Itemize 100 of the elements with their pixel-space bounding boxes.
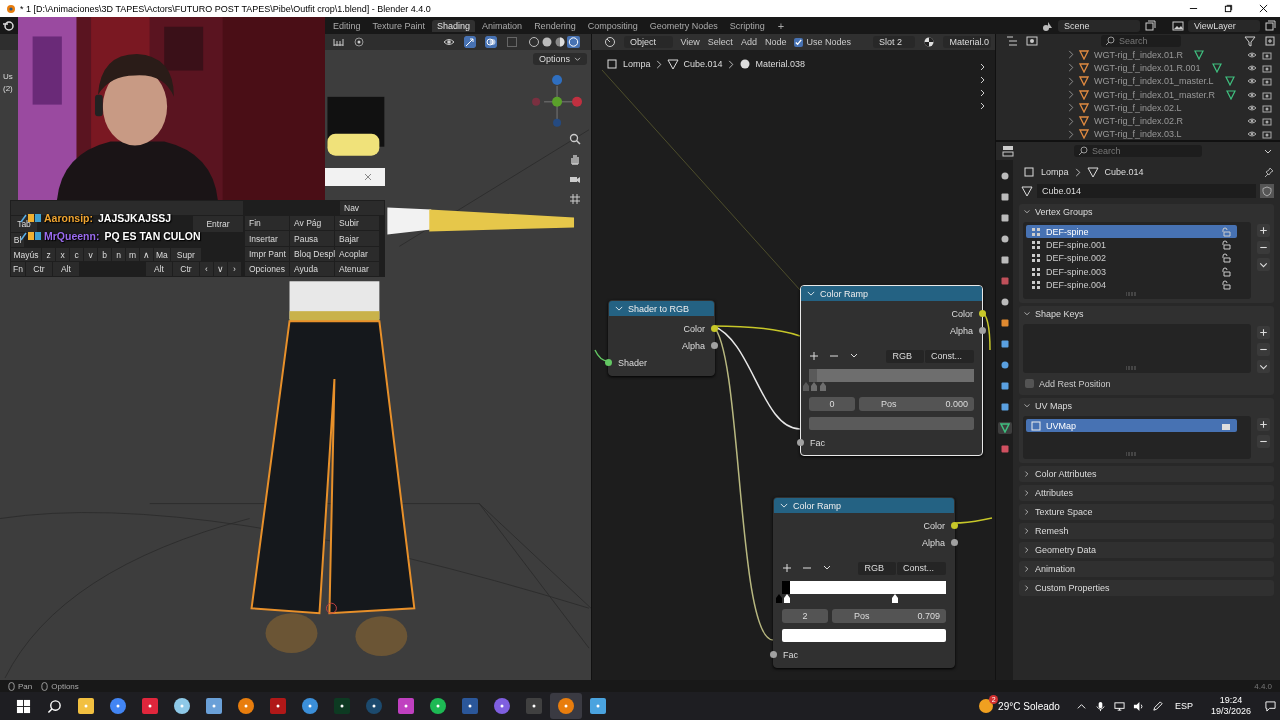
- keyboard-key[interactable]: Subir: [335, 216, 379, 231]
- outliner-item[interactable]: WGT-rig_f_index.01_master.L: [996, 74, 1280, 88]
- color-stop-marker[interactable]: [892, 594, 899, 603]
- color-swatch[interactable]: [809, 417, 974, 430]
- gizmo-toggle-icon[interactable]: [464, 36, 476, 48]
- chevron-icon[interactable]: [1023, 309, 1031, 318]
- material-field[interactable]: Material.0: [943, 36, 991, 48]
- menu-item[interactable]: Node: [764, 37, 787, 47]
- workspace-tab[interactable]: Animation: [477, 19, 528, 32]
- socket[interactable]: [979, 327, 986, 334]
- eye-icon[interactable]: [1247, 49, 1257, 60]
- workspace-tab[interactable]: Editing: [328, 19, 366, 32]
- panel-header[interactable]: Attributes: [1019, 484, 1274, 501]
- copy-icon[interactable]: [1144, 19, 1156, 32]
- list-item[interactable]: DEF-spine.001: [1026, 238, 1237, 252]
- caret-icon[interactable]: [1257, 359, 1270, 373]
- eye-icon[interactable]: [1247, 129, 1257, 140]
- socket[interactable]: [711, 325, 718, 332]
- search-icon[interactable]: [47, 698, 62, 714]
- keyboard-key[interactable]: ‹: [199, 262, 213, 276]
- panel-header[interactable]: UV Maps: [1019, 397, 1274, 414]
- keyboard-key[interactable]: Av Pág: [290, 216, 334, 231]
- keyboard-key[interactable]: Supr: [170, 247, 201, 262]
- workspace-tab[interactable]: Texture Paint: [367, 19, 431, 32]
- mesh-icon[interactable]: [1021, 185, 1033, 197]
- socket[interactable]: [951, 522, 958, 529]
- display-mode-icon[interactable]: [1026, 35, 1038, 47]
- outliner-item[interactable]: WGT-rig_f_index.03.L: [996, 127, 1280, 140]
- outliner-icon[interactable]: [1006, 35, 1018, 47]
- plus-icon[interactable]: [809, 351, 819, 361]
- xray-icon[interactable]: [506, 36, 518, 48]
- collapse-icon[interactable]: [615, 306, 623, 311]
- outliner-item[interactable]: WGT-rig_f_index.01.R: [996, 48, 1280, 62]
- pin-icon[interactable]: [1264, 167, 1274, 177]
- keyboard-key[interactable]: Alt: [52, 262, 79, 276]
- stop-index-field[interactable]: 2: [782, 609, 828, 623]
- node-card[interactable]: Shader to RGB Color Alpha Shader: [608, 300, 715, 376]
- hand-icon[interactable]: [569, 153, 581, 165]
- keyboard-key[interactable]: Ctr: [25, 262, 52, 276]
- lock-icon[interactable]: [1221, 240, 1231, 251]
- add-icon[interactable]: [1257, 325, 1270, 339]
- workspace-tab[interactable]: Compositing: [582, 19, 643, 32]
- chevron-icon[interactable]: [1023, 401, 1031, 410]
- color-stop-marker[interactable]: [819, 382, 826, 391]
- checkbox[interactable]: [794, 37, 804, 47]
- blender-logo-icon[interactable]: [2, 19, 14, 32]
- stop-index-field[interactable]: 0: [809, 397, 855, 411]
- panel-header[interactable]: Vertex Groups: [1019, 204, 1274, 220]
- panel-header[interactable]: Color Attributes: [1019, 465, 1274, 482]
- socket[interactable]: [797, 439, 804, 446]
- color-stop-marker[interactable]: [803, 382, 809, 391]
- speaker-icon[interactable]: [1132, 700, 1144, 712]
- keyboard-key[interactable]: m: [126, 247, 139, 262]
- keyboard-key[interactable]: Ayuda: [290, 261, 334, 276]
- keyboard-key[interactable]: Bloq Despl: [290, 246, 334, 261]
- plus-icon[interactable]: [782, 563, 792, 573]
- search-field[interactable]: Search: [1074, 145, 1202, 157]
- keyboard-key[interactable]: Acoplar: [335, 246, 379, 261]
- mesh-data-icon[interactable]: [1226, 89, 1237, 100]
- panel-header[interactable]: Animation: [1019, 560, 1274, 577]
- close-icon[interactable]: [1259, 4, 1268, 13]
- remove-icon[interactable]: [1257, 342, 1270, 356]
- chevron-icon[interactable]: [1023, 488, 1031, 497]
- keyboard-key[interactable]: Mayús: [11, 247, 41, 262]
- remove-icon[interactable]: [1257, 434, 1270, 448]
- keyboard-key[interactable]: Ctr: [172, 262, 199, 276]
- checkbox[interactable]: [1025, 379, 1034, 389]
- menu-item[interactable]: View: [680, 37, 700, 47]
- collapse-icon[interactable]: [807, 291, 815, 296]
- color-band[interactable]: [782, 581, 791, 594]
- view-layer-field[interactable]: ViewLayer: [1188, 19, 1260, 32]
- search-field[interactable]: Search: [1101, 35, 1181, 47]
- panel-header[interactable]: Shape Keys: [1019, 305, 1274, 322]
- sidebar-arrows-icon[interactable]: [979, 62, 987, 112]
- copy-icon[interactable]: [1264, 19, 1276, 32]
- camera-icon[interactable]: [1262, 129, 1272, 140]
- color-band[interactable]: [809, 369, 818, 382]
- node-card[interactable]: Color Ramp Color Alpha RGB Const... 0 Pos 0.000 Fac: [800, 285, 983, 456]
- mesh-data-icon[interactable]: [1224, 76, 1235, 87]
- snap-icon[interactable]: [332, 36, 344, 48]
- keyboard-key[interactable]: Entrar: [193, 215, 243, 233]
- socket[interactable]: [979, 310, 986, 317]
- breadcrumb-item[interactable]: Cube.014: [1104, 167, 1144, 177]
- eye-icon[interactable]: [443, 36, 455, 48]
- network-icon[interactable]: [1113, 700, 1125, 712]
- shading-mode-icon[interactable]: [527, 36, 581, 48]
- camera-icon[interactable]: [1262, 102, 1272, 113]
- socket[interactable]: [711, 342, 718, 349]
- keyboard-key[interactable]: Bl: [11, 233, 24, 247]
- list-item[interactable]: DEF-spine.004: [1026, 278, 1237, 292]
- editor-type-icon[interactable]: [604, 36, 616, 48]
- keyboard-key[interactable]: v: [84, 247, 97, 262]
- image-icon[interactable]: [1172, 19, 1184, 32]
- slot-dropdown[interactable]: Slot 2: [872, 36, 916, 48]
- keyboard-key[interactable]: ∧: [140, 247, 153, 262]
- outliner-item[interactable]: WGT-rig_f_index.02.L: [996, 101, 1280, 115]
- socket[interactable]: [605, 359, 612, 366]
- camera-icon[interactable]: [1262, 76, 1272, 87]
- chevron-icon[interactable]: [1023, 469, 1031, 478]
- grid-icon[interactable]: [569, 193, 581, 205]
